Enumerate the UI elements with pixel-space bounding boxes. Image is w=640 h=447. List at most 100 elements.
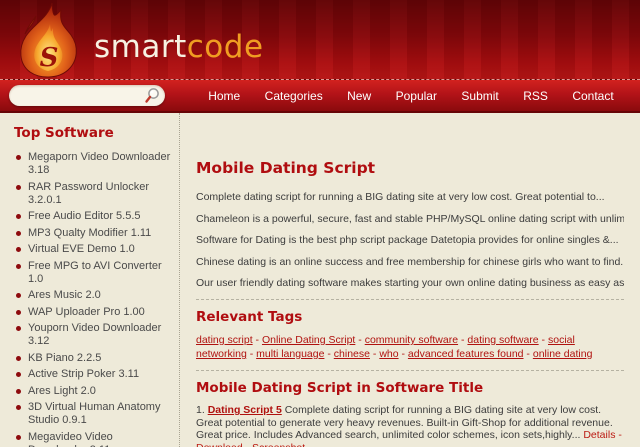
tag-link[interactable]: Online Dating Script: [262, 334, 355, 346]
action-separator: -: [243, 442, 252, 447]
tag-separator: -: [398, 348, 408, 360]
listing-action-link[interactable]: Download: [196, 442, 243, 447]
bullet-icon: [16, 263, 21, 269]
software-list-item[interactable]: Megaporn Video Downloader 3.18: [14, 151, 173, 177]
tag-link[interactable]: advanced features found: [408, 348, 524, 360]
bullet-icon: [16, 434, 21, 440]
search-box: [9, 85, 165, 106]
software-list-item[interactable]: Youporn Video Downloader 3.12: [14, 322, 173, 348]
software-list-item-label: 3D Virtual Human Anatomy Studio 0.9.1: [28, 401, 161, 426]
top-software-list: Megaporn Video Downloader 3.18 RAR Passw…: [14, 151, 173, 447]
nav-link[interactable]: Popular: [396, 89, 437, 103]
software-list-item[interactable]: WAP Uploader Pro 1.00: [14, 306, 173, 319]
tag-link[interactable]: dating software: [467, 334, 538, 346]
software-list-item-label: Megaporn Video Downloader 3.18: [28, 151, 171, 176]
description-line[interactable]: Our user friendly dating software makes …: [196, 277, 624, 290]
nav-link[interactable]: Contact: [572, 89, 613, 103]
bullet-icon: [16, 155, 21, 160]
software-list-item[interactable]: RAR Password Unlocker 3.2.0.1: [14, 181, 173, 207]
nav-link[interactable]: Submit: [461, 89, 498, 103]
bullet-icon: [16, 230, 21, 236]
tag-separator: -: [523, 348, 533, 360]
listing-number: 1.: [196, 404, 205, 416]
nav-link[interactable]: Home: [208, 89, 240, 103]
tag-link[interactable]: multi language: [256, 348, 324, 360]
tag-separator: -: [246, 348, 257, 360]
logo[interactable]: S smartcode: [6, 2, 264, 78]
tag-link[interactable]: chinese: [334, 348, 370, 360]
top-software-title: Top Software: [14, 125, 114, 141]
tag-separator: -: [252, 334, 262, 346]
software-list-item[interactable]: 3D Virtual Human Anatomy Studio 0.9.1: [14, 401, 173, 427]
bullet-icon: [16, 372, 21, 377]
software-list-item[interactable]: Free Audio Editor 5.5.5: [14, 210, 173, 223]
divider: [196, 370, 624, 371]
brand-name: smartcode: [94, 29, 264, 65]
nav-link[interactable]: RSS: [523, 89, 548, 103]
bullet-icon: [16, 355, 21, 361]
software-list-item-label: Ares Light 2.0: [28, 384, 96, 397]
listing-action-link[interactable]: Screenshot: [252, 442, 305, 447]
software-list-item-label: KB Piano 2.2.5: [28, 351, 102, 364]
bullet-icon: [16, 184, 21, 190]
tag-separator: -: [355, 334, 365, 346]
search-area: [0, 85, 182, 106]
svg-text:S: S: [40, 43, 59, 73]
relevant-tags-title: Relevant Tags: [196, 309, 303, 325]
flame-icon: S: [20, 2, 77, 78]
software-list-item[interactable]: MP3 Qualty Modifier 1.11: [14, 227, 173, 240]
software-list-item[interactable]: Ares Music 2.0: [14, 289, 173, 302]
listing-name-link[interactable]: Dating Script 5: [208, 404, 282, 416]
main-nav: Home Categories New Popular Submit RSS Contact: [182, 89, 640, 103]
bullet-icon: [16, 405, 21, 410]
nav-link[interactable]: New: [347, 89, 371, 103]
divider: [196, 299, 624, 300]
tag-link[interactable]: who: [379, 348, 398, 360]
software-list-item-label: Active Strip Poker 3.11: [28, 368, 140, 380]
action-separator: -: [615, 429, 622, 441]
bullet-icon: [16, 326, 21, 331]
main-content: Mobile Dating Script Complete dating scr…: [180, 113, 640, 447]
software-list-item[interactable]: Free MPG to AVI Converter 1.0: [14, 260, 173, 286]
search-input[interactable]: [9, 89, 143, 102]
description-line[interactable]: Chinese dating is an online success and …: [196, 256, 624, 269]
brand-part-smart: smart: [94, 29, 187, 65]
description-line[interactable]: Chameleon is a powerful, secure, fast an…: [196, 213, 624, 226]
software-list-item-label: Ares Music 2.0: [28, 289, 101, 301]
software-listing: 1. Dating Script 5 Complete dating scrip…: [196, 404, 624, 447]
software-list-item-label: Megavideo Video Downloader 3.11: [28, 430, 113, 447]
software-list-item-label: Free Audio Editor 5.5.5: [28, 210, 141, 222]
search-icon[interactable]: [143, 87, 161, 105]
software-list-item[interactable]: Active Strip Poker 3.11: [14, 368, 173, 381]
software-list-item-label: MP3 Qualty Modifier 1.11: [28, 226, 152, 239]
software-list-item-label: Free MPG to AVI Converter 1.0: [28, 259, 162, 285]
description-line[interactable]: Software for Dating is the best php scri…: [196, 234, 624, 247]
nav-link[interactable]: Categories: [265, 89, 323, 103]
sidebar: Top Software Megaporn Video Downloader 3…: [0, 113, 180, 447]
software-list-item[interactable]: KB Piano 2.2.5: [14, 352, 173, 365]
software-list-item[interactable]: Megavideo Video Downloader 3.11: [14, 431, 173, 447]
listing-action-link[interactable]: Details: [583, 429, 615, 441]
software-list-item[interactable]: Ares Light 2.0: [14, 385, 173, 398]
tag-separator: -: [538, 334, 548, 346]
tag-link[interactable]: dating script: [196, 334, 253, 346]
topbar: Home Categories New Popular Submit RSS Contact: [0, 80, 640, 113]
software-list-item-label: Virtual EVE Demo 1.0: [28, 243, 135, 255]
tag-link[interactable]: community software: [365, 334, 458, 346]
relevant-tags: dating script - Online Dating Script - c…: [196, 333, 624, 361]
tag-separator: -: [369, 348, 380, 360]
page: S smartcode Home Categories New Popular Subm…: [0, 0, 640, 447]
content: Top Software Megaporn Video Downloader 3…: [0, 113, 640, 447]
software-list-item-label: RAR Password Unlocker 3.2.0.1: [28, 180, 150, 206]
tag-separator: -: [324, 348, 334, 360]
software-title-section-title: Mobile Dating Script in Software Title: [196, 380, 484, 396]
software-list-item[interactable]: Virtual EVE Demo 1.0: [14, 243, 173, 256]
bullet-icon: [16, 214, 21, 219]
description-line[interactable]: Complete dating script for running a BIG…: [196, 191, 624, 204]
software-list-item-label: Youporn Video Downloader 3.12: [28, 322, 162, 347]
page-title: Mobile Dating Script: [196, 159, 376, 177]
bullet-icon: [16, 247, 21, 252]
tag-link[interactable]: online dating: [533, 348, 593, 360]
bullet-icon: [16, 388, 21, 394]
brand-part-code: code: [186, 29, 264, 65]
